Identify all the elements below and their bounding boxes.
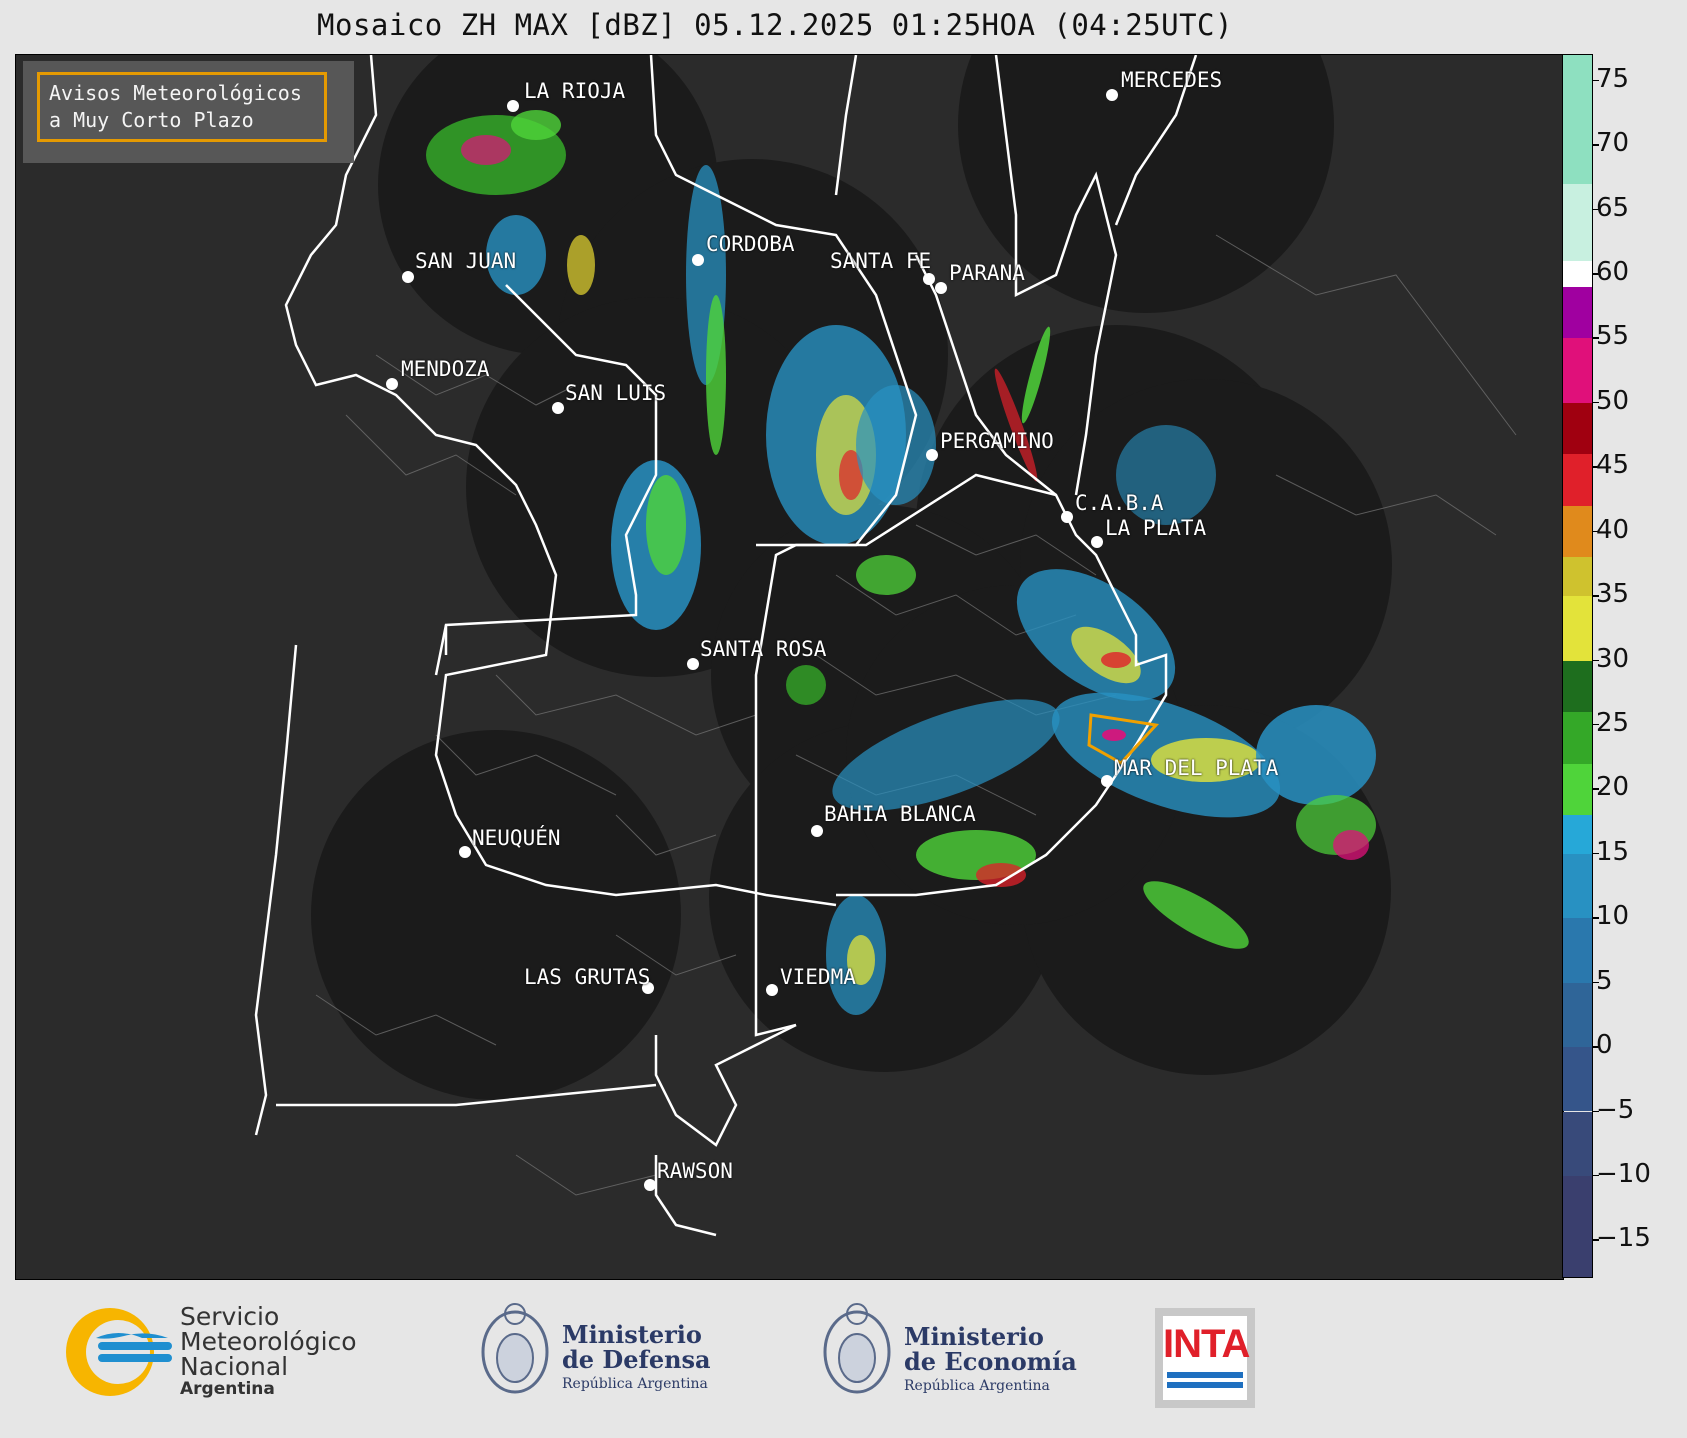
city-marker <box>923 273 935 285</box>
economia-name: Ministerio de Economía República Argenti… <box>904 1322 1077 1394</box>
city-marker <box>386 378 398 390</box>
smn-name: Servicio Meteorológico Nacional Argentin… <box>180 1302 357 1399</box>
alert-legend-frame: Avisos Meteorológicos a Muy Corto Plazo <box>37 72 327 142</box>
city-marker <box>926 449 938 461</box>
defensa-coat-of-arms-icon <box>481 1303 549 1394</box>
smn-logo-icon <box>66 1308 172 1396</box>
city-marker <box>692 254 704 266</box>
colorbar-tick-label: 20 <box>1596 772 1630 803</box>
colorbar-tick-label: 65 <box>1596 192 1630 223</box>
city-marker <box>811 825 823 837</box>
city-label-mendoza: MENDOZA <box>401 357 490 381</box>
city-label-caba: C.A.B.A <box>1075 491 1164 515</box>
city-label-parana: PARANA <box>949 261 1025 285</box>
colorbar-tick-label: 55 <box>1596 321 1630 352</box>
colorbar-band <box>1563 982 1592 1048</box>
colorbar-tick-label: 5 <box>1596 965 1613 996</box>
alert-legend-box[interactable]: Avisos Meteorológicos a Muy Corto Plazo <box>23 61 354 163</box>
colorbar-tick-label: 30 <box>1596 643 1630 674</box>
colorbar-band <box>1563 815 1592 854</box>
colorbar-band <box>1563 1047 1592 1112</box>
colorbar-band <box>1563 1111 1592 1176</box>
city-marker <box>459 846 471 858</box>
colorbar-tick-label: 25 <box>1596 707 1630 738</box>
colorbar-tick-label: 70 <box>1596 128 1630 159</box>
colorbar-band <box>1563 286 1592 339</box>
footer-logos: Servicio Meteorológico Nacional Argentin… <box>0 1280 1687 1438</box>
city-marker <box>402 271 414 283</box>
colorbar-tick-label: 15 <box>1596 836 1630 867</box>
city-marker <box>766 984 778 996</box>
city-marker <box>1061 511 1073 523</box>
colorbar-band <box>1563 183 1592 262</box>
colorbar-tick-label: 10 <box>1596 901 1630 932</box>
city-label-santa-rosa: SANTA ROSA <box>700 637 827 661</box>
colorbar-band <box>1563 918 1592 983</box>
colorbar-band <box>1563 1175 1592 1277</box>
city-marker <box>507 100 519 112</box>
colorbar-tick-label: 0 <box>1596 1030 1613 1061</box>
city-label-neuquen: NEUQUÉN <box>472 826 561 850</box>
colorbar-band <box>1563 763 1592 816</box>
colorbar-tick-label: 35 <box>1596 579 1630 610</box>
city-label-las-grutas: LAS GRUTAS <box>524 965 651 989</box>
city-label-san-juan: SAN JUAN <box>415 249 517 273</box>
colorbar-tick-label: 60 <box>1596 257 1630 288</box>
colorbar-tick-label: 50 <box>1596 385 1630 416</box>
city-label-viedma: VIEDMA <box>780 965 856 989</box>
city-label-rawson: RAWSON <box>657 1159 733 1183</box>
city-marker <box>935 282 947 294</box>
colorbar-band <box>1563 402 1592 455</box>
colorbar-tick-label: −15 <box>1596 1223 1651 1254</box>
colorbar-band <box>1563 55 1592 184</box>
colorbar-band <box>1563 505 1592 558</box>
city-label-mar-del-plata: MAR DEL PLATA <box>1114 756 1279 780</box>
economia-coat-of-arms-icon <box>823 1303 891 1394</box>
map-title: Mosaico ZH MAX [dBZ] 05.12.2025 01:25HOA… <box>317 8 1233 42</box>
colorbar-tick-label: 45 <box>1596 450 1630 481</box>
colorbar-band <box>1563 261 1592 287</box>
colorbar-band <box>1563 557 1592 597</box>
colorbar-tick-label: −5 <box>1596 1094 1635 1125</box>
city-marker <box>644 1179 656 1191</box>
city-marker <box>1106 89 1118 101</box>
city-label-mercedes: MERCEDES <box>1121 68 1223 92</box>
colorbar-band <box>1563 338 1592 403</box>
colorbar-band <box>1563 454 1592 506</box>
city-label-cordoba: CORDOBA <box>706 232 795 256</box>
city-label-san-luis: SAN LUIS <box>565 381 667 405</box>
colorbar-band <box>1563 853 1592 919</box>
city-marker <box>552 402 564 414</box>
city-label-bahia-blanca: BAHIA BLANCA <box>824 802 976 826</box>
colorbar-tick-label: 75 <box>1596 63 1630 94</box>
inta-logo-text: INTA <box>1163 1322 1250 1366</box>
city-marker <box>1101 775 1113 787</box>
alert-legend-line2: a Muy Corto Plazo <box>49 108 254 132</box>
city-marker <box>1091 536 1103 548</box>
colorbar-band <box>1563 596 1592 661</box>
colorbar-tick-label: −10 <box>1596 1158 1651 1189</box>
city-label-santa-fe: SANTA FE <box>830 249 932 273</box>
city-marker <box>687 658 699 670</box>
city-label-la-plata: LA PLATA <box>1105 516 1207 540</box>
city-label-pergamino: PERGAMINO <box>940 429 1054 453</box>
colorbar-band <box>1563 660 1592 713</box>
colorbar-band <box>1563 712 1592 764</box>
radar-map[interactable]: LA RIOJA SAN JUAN CORDOBA SANTA FE PARAN… <box>15 54 1564 1280</box>
reflectivity-colorbar <box>1562 54 1593 1278</box>
alert-legend-line1: Avisos Meteorológicos <box>49 81 302 105</box>
defensa-name: Ministerio de Defensa República Argentin… <box>562 1320 711 1392</box>
colorbar-tick-label: 40 <box>1596 514 1630 545</box>
city-label-la-rioja: LA RIOJA <box>524 79 626 103</box>
